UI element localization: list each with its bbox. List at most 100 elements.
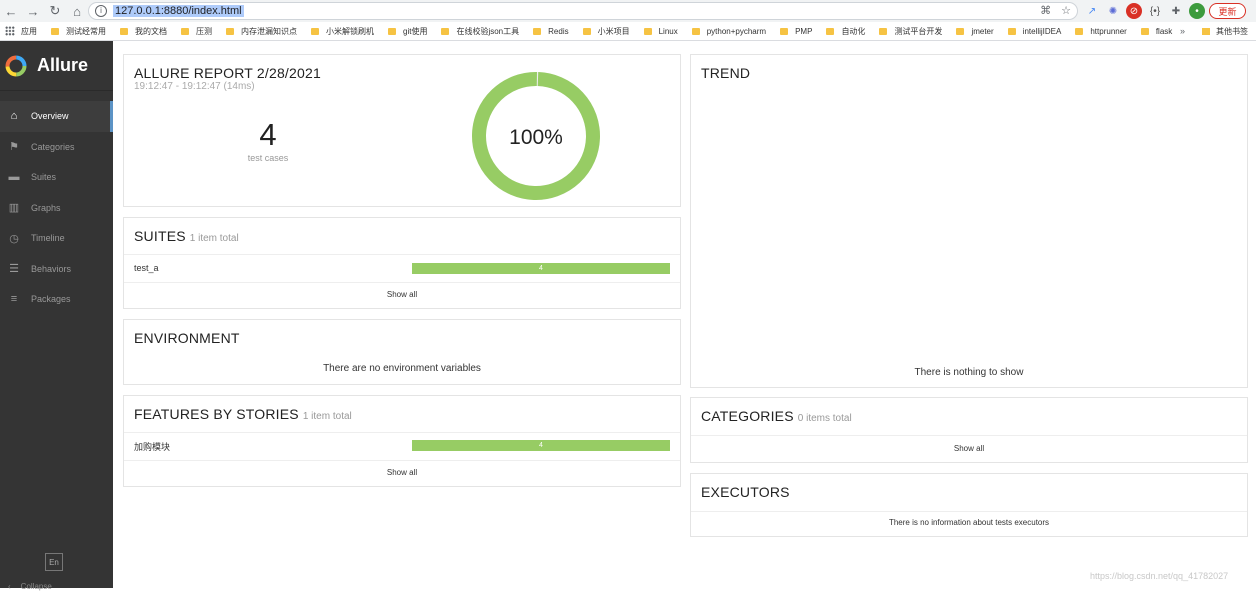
- collapse-icon: ‹: [8, 582, 11, 591]
- folder-icon: [181, 27, 189, 35]
- bookmark-label: 测试经常用: [66, 26, 106, 36]
- bookmark-item[interactable]: Redis: [533, 26, 569, 36]
- sidebar-item-overview[interactable]: ⌂ Overview: [0, 101, 113, 132]
- back-icon[interactable]: ←: [0, 0, 22, 22]
- sidebar-item-timeline[interactable]: ◷ Timeline: [0, 223, 113, 254]
- url-text[interactable]: 127.0.0.1:8880/index.html: [113, 5, 244, 17]
- sidebar-item-behaviors[interactable]: ☰ Behaviors: [0, 254, 113, 285]
- update-button[interactable]: 更新: [1209, 3, 1246, 19]
- features-show-all[interactable]: Show all: [124, 468, 680, 477]
- address-bar[interactable]: i 127.0.0.1:8880/index.html ⌘ ☆: [88, 2, 1078, 20]
- bookmark-item[interactable]: 测试平台开发: [879, 26, 942, 37]
- bookmark-label: python+pycharm: [706, 26, 767, 36]
- bookmark-item[interactable]: 自动化: [826, 26, 865, 37]
- bookmark-star-icon[interactable]: ☆: [1061, 4, 1071, 17]
- categories-widget: CATEGORIES 0 items total Show all: [690, 397, 1248, 463]
- divider: [124, 460, 680, 461]
- features-widget: FEATURES BY STORIES 1 item total 加购模块 4 S…: [123, 395, 681, 487]
- suite-status-bar[interactable]: 4: [412, 263, 670, 274]
- folder-icon: [1202, 27, 1210, 35]
- briefcase-icon: ▬: [8, 171, 20, 184]
- folder-icon: [226, 27, 234, 35]
- bookmark-label: Linux: [658, 26, 678, 36]
- extension-gear-icon[interactable]: ✺: [1105, 3, 1121, 19]
- apps-grid-icon[interactable]: [5, 26, 15, 36]
- bookmark-item[interactable]: PMP: [780, 27, 812, 36]
- folder-icon: [643, 27, 652, 35]
- categories-show-all[interactable]: Show all: [691, 444, 1247, 453]
- bookmark-item[interactable]: 内存泄漏知识点: [226, 26, 297, 37]
- bookmark-label: 内存泄漏知识点: [241, 26, 297, 36]
- sidebar-item-label: Suites: [31, 172, 57, 183]
- other-bookmarks[interactable]: 其他书签: [1202, 26, 1248, 37]
- bookmark-item[interactable]: intellijIDEA: [1007, 27, 1061, 36]
- executors-widget: EXECUTORS There is no information about …: [690, 473, 1248, 537]
- collapse-label: Collapse: [20, 582, 52, 591]
- summary-widget: ALLURE REPORT 2/28/2021 19:12:47 - 19:12…: [123, 54, 681, 207]
- feature-status-bar[interactable]: 4: [412, 440, 670, 451]
- test-case-count: 4: [259, 117, 277, 152]
- bookmark-item[interactable]: flask: [1140, 26, 1173, 36]
- sidebar-item-categories[interactable]: ⚑ Categories: [0, 132, 113, 163]
- categories-title: CATEGORIES 0 items total: [701, 408, 852, 424]
- folder-icon: [691, 27, 700, 35]
- home-icon[interactable]: ⌂: [66, 0, 88, 22]
- divider: [124, 282, 680, 283]
- bookmark-item[interactable]: 我的文档: [120, 26, 167, 37]
- bookmark-item[interactable]: 小米项目: [582, 26, 630, 37]
- bookmark-item[interactable]: Linux: [643, 26, 678, 36]
- test-case-label: test cases: [247, 153, 289, 163]
- bookmark-item[interactable]: 在线校验json工具: [441, 26, 519, 37]
- brand[interactable]: Allure: [0, 41, 113, 91]
- block-extension-icon[interactable]: ⊘: [1126, 3, 1142, 19]
- bookmarks-more-button[interactable]: »: [1180, 26, 1185, 36]
- bookmark-label: 小米解锁刷机: [326, 26, 374, 36]
- bookmark-item[interactable]: 压测: [181, 26, 212, 37]
- folder-icon: [879, 27, 888, 35]
- bookmark-label: jmeter: [971, 26, 994, 36]
- feature-row[interactable]: 加购模块 4: [124, 433, 680, 460]
- sidebar-item-packages[interactable]: ≡ Packages: [0, 284, 113, 315]
- bookmark-item[interactable]: jmeter: [956, 26, 994, 36]
- watermark: https://blog.csdn.net/qq_41782027: [1090, 571, 1229, 581]
- sidebar-item-label: Graphs: [31, 202, 61, 213]
- trend-title: TREND: [701, 65, 751, 81]
- extension-code-icon[interactable]: {•}: [1147, 3, 1163, 19]
- folder-icon: [533, 27, 542, 35]
- bookmark-label: Redis: [548, 26, 569, 36]
- site-info-icon[interactable]: i: [95, 5, 107, 17]
- bookmark-label: flask: [1155, 26, 1173, 36]
- sidebar-item-graphs[interactable]: ▥ Graphs: [0, 193, 113, 224]
- qr-code-icon[interactable]: ⌘: [1040, 4, 1051, 17]
- suites-title-text: SUITES: [134, 228, 186, 244]
- folder-icon: [956, 27, 965, 35]
- language-selector[interactable]: En: [45, 553, 63, 571]
- bookmark-item[interactable]: 应用: [21, 26, 37, 37]
- reload-icon[interactable]: ↻: [44, 0, 66, 22]
- folder-icon: [388, 27, 396, 35]
- forward-icon[interactable]: →: [22, 0, 44, 22]
- bookmark-label: 自动化: [841, 26, 866, 36]
- folder-icon: [826, 27, 835, 35]
- bookmark-item[interactable]: 测试经常用: [51, 26, 106, 37]
- features-title-text: FEATURES BY STORIES: [134, 406, 299, 422]
- folder-icon: [441, 27, 450, 35]
- features-total: 1 item total: [302, 411, 352, 422]
- bookmark-item[interactable]: git使用: [388, 26, 427, 37]
- suite-row[interactable]: test_a 4: [124, 255, 680, 282]
- extension-icon[interactable]: ↗: [1084, 3, 1100, 19]
- collapse-button[interactable]: ‹ Collapse: [8, 582, 52, 591]
- extensions-puzzle-icon[interactable]: ✚: [1168, 3, 1184, 19]
- bookmark-item[interactable]: httprunner: [1075, 27, 1127, 36]
- profile-avatar[interactable]: •: [1189, 3, 1205, 19]
- bookmark-label: 应用: [21, 26, 37, 36]
- bookmark-item[interactable]: python+pycharm: [691, 26, 767, 36]
- bookmark-item[interactable]: 小米解锁刷机: [311, 26, 374, 37]
- other-bookmarks-label: 其他书签: [1216, 26, 1248, 36]
- browser-toolbar: ← → ↻ ⌂ i 127.0.0.1:8880/index.html ⌘ ☆ …: [0, 0, 1256, 22]
- suites-show-all[interactable]: Show all: [124, 290, 680, 299]
- sidebar-item-suites[interactable]: ▬ Suites: [0, 162, 113, 193]
- trend-empty-text: There is nothing to show: [914, 367, 1024, 378]
- pass-rate-donut[interactable]: 100%: [471, 71, 601, 201]
- suites-total: 1 item total: [189, 233, 239, 244]
